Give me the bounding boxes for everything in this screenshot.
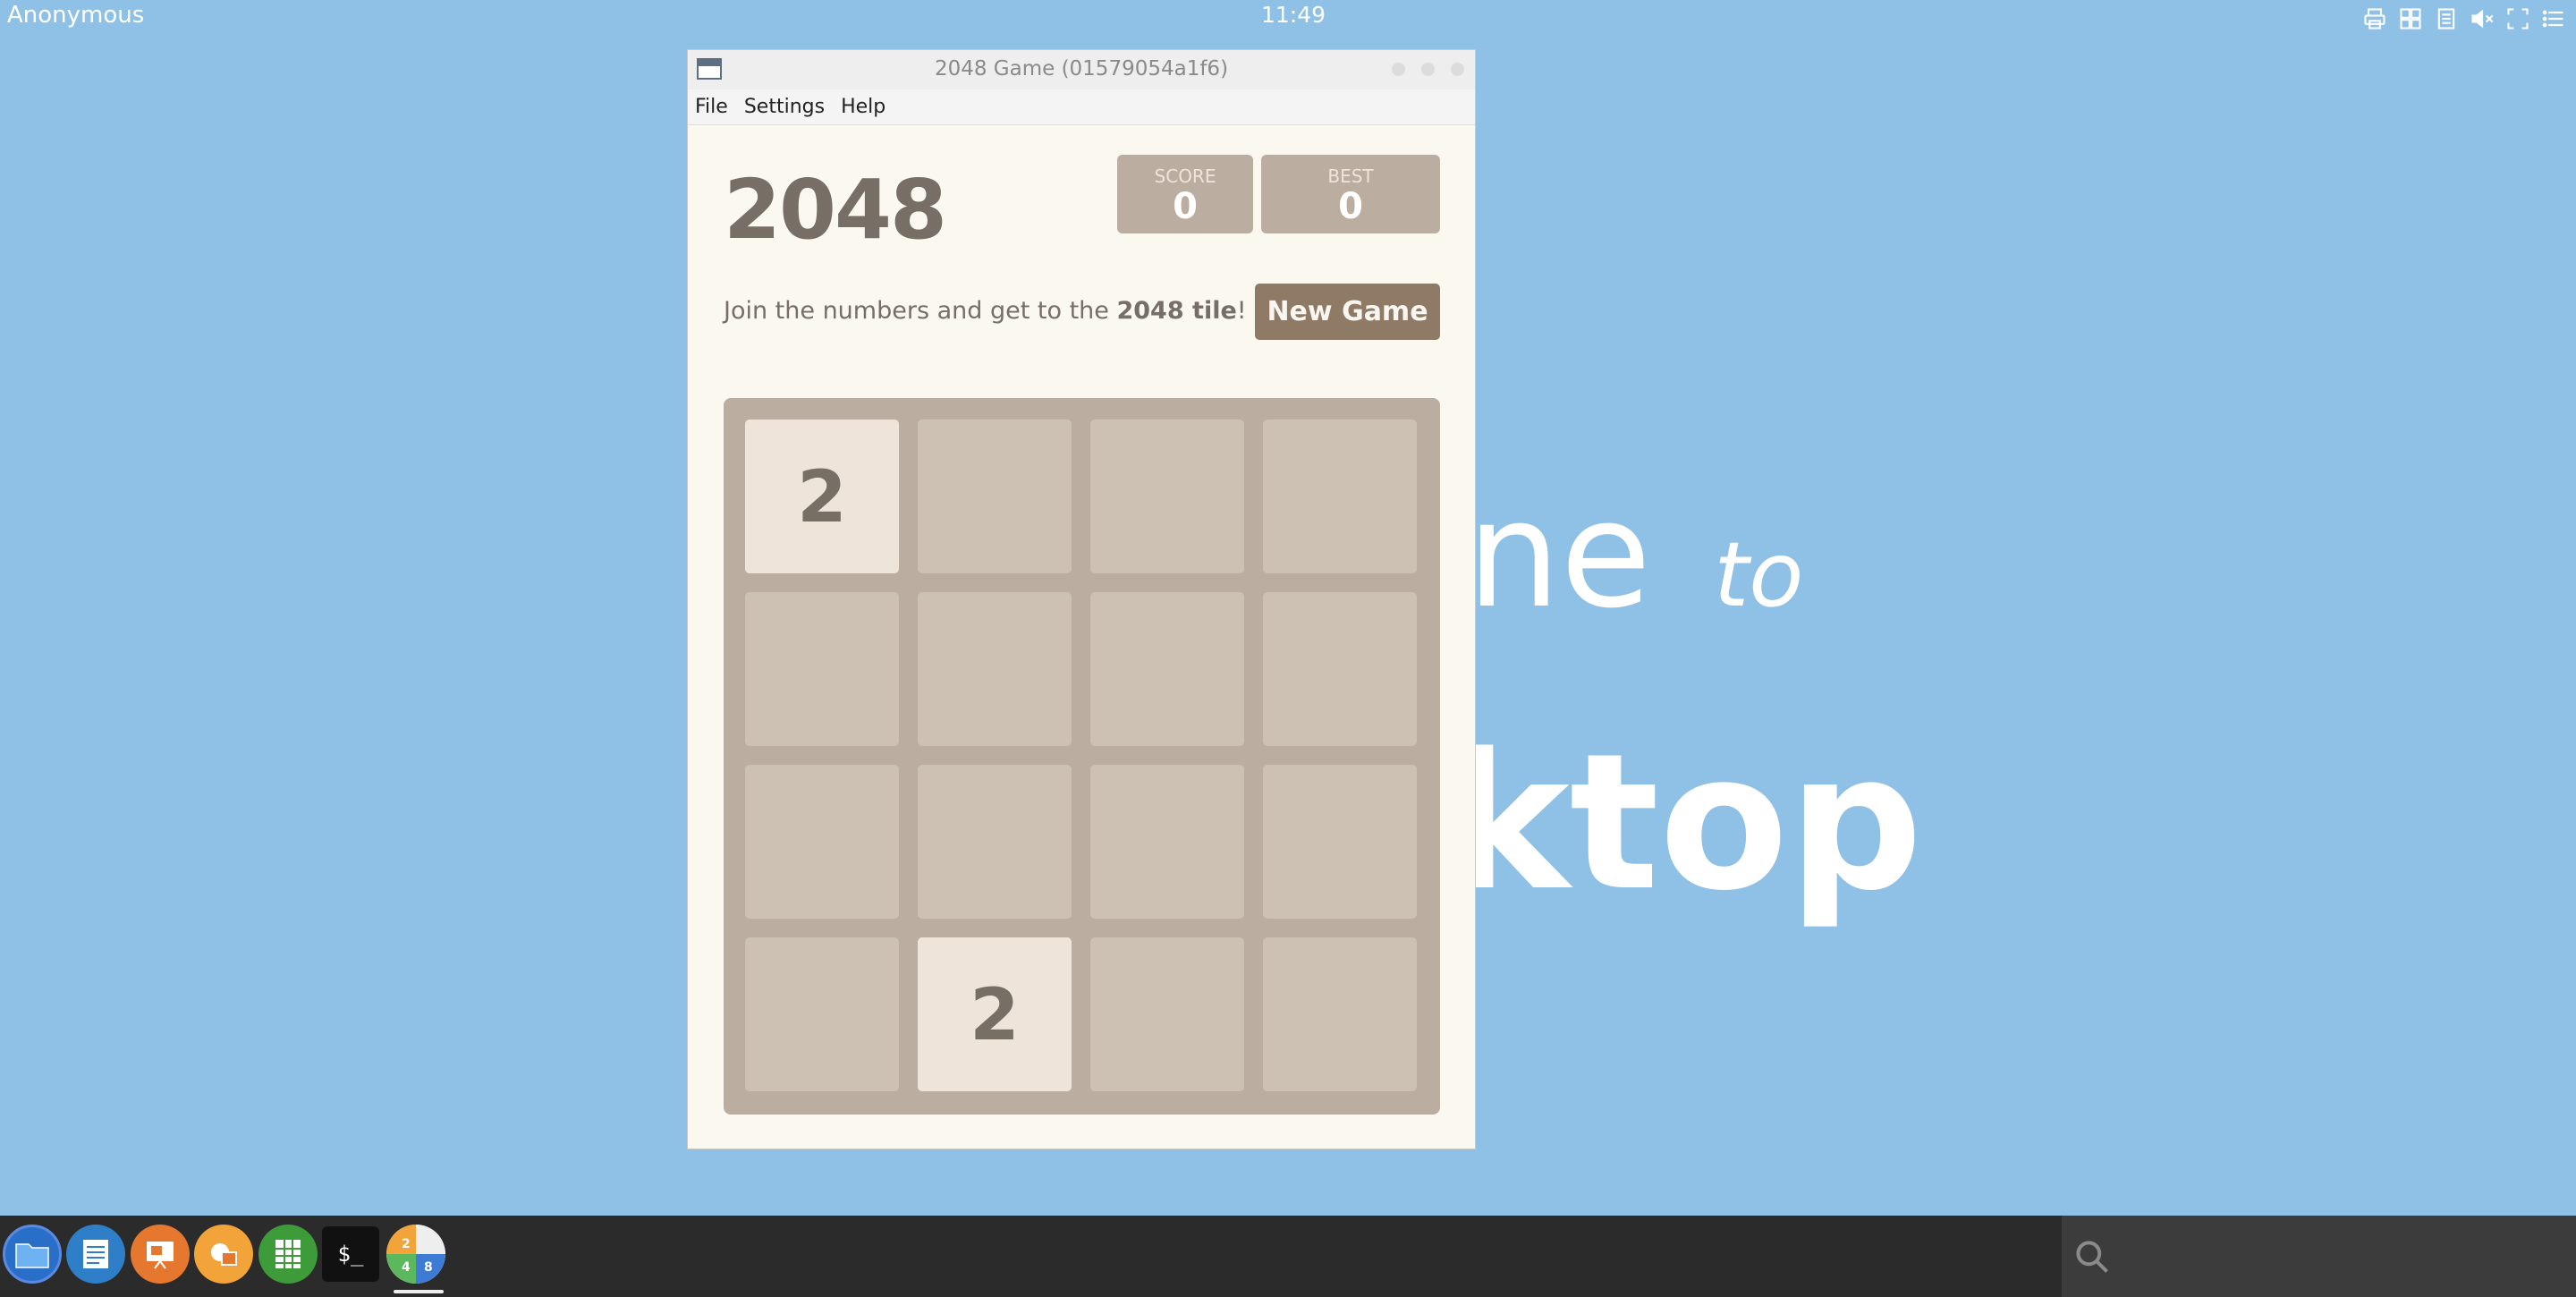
calc-icon[interactable] [258,1225,318,1284]
window-titlebar[interactable]: 2048 Game (01579054a1f6) [688,50,1475,89]
grid-cell-1-2 [1090,592,1244,746]
wallpaper-text-line1: ne to [1467,469,1804,640]
grid-cell-0-1 [918,420,1072,573]
window-title: 2048 Game (01579054a1f6) [934,57,1229,81]
top-panel: Anonymous 11:49 [0,0,2576,36]
minimize-button[interactable] [1392,63,1405,76]
grid-cell-0-3 [1263,420,1417,573]
impress-icon[interactable] [131,1225,190,1284]
system-tray [2361,5,2567,32]
grid-cell-2-1 [918,765,1072,919]
score-label: SCORE [1154,165,1216,187]
grid-cell-3-0 [745,937,899,1091]
best-value: 0 [1338,186,1363,227]
best-box: BEST 0 [1261,155,1440,233]
active-app-indicator [394,1290,444,1293]
printer-icon[interactable] [2361,5,2388,32]
search-box[interactable] [2062,1216,2576,1297]
fullscreen-icon[interactable] [2504,5,2531,32]
game-icon-digit-8: 8 [424,1260,433,1275]
grid-cell-2-0 [745,765,899,919]
writer-icon[interactable] [66,1225,125,1284]
tile-3-1: 2 [918,937,1072,1091]
volume-muted-icon[interactable] [2469,5,2496,32]
grid-cell-3-3 [1263,937,1417,1091]
game-board[interactable]: 22 [724,398,1440,1115]
files-icon[interactable] [3,1225,62,1284]
menu-bar: File Settings Help [688,89,1475,125]
score-box: SCORE 0 [1117,155,1253,233]
game-title: 2048 [724,162,947,258]
menu-settings[interactable]: Settings [742,96,826,118]
game-icon-digit-4: 4 [402,1260,411,1275]
game-2048-icon[interactable]: 2 4 8 [386,1225,445,1284]
game-window: 2048 Game (01579054a1f6) File Settings H… [687,49,1476,1149]
maximize-button[interactable] [1421,63,1435,76]
score-value: 0 [1173,186,1198,227]
search-icon[interactable] [2072,1237,2112,1276]
window-switcher-icon[interactable] [2397,5,2424,32]
close-button[interactable] [1451,63,1464,76]
terminal-glyph: $_ [337,1242,364,1267]
intro-text: Join the numbers and get to the 2048 til… [724,297,1247,325]
grid-cell-0-2 [1090,420,1244,573]
grid-cell-3-2 [1090,937,1244,1091]
document-icon[interactable] [2433,5,2460,32]
user-name[interactable]: Anonymous [7,2,144,29]
menu-icon[interactable] [2540,5,2567,32]
new-game-button[interactable]: New Game [1255,284,1440,340]
grid-cell-1-3 [1263,592,1417,746]
wallpaper-text-line2: ktop [1445,713,1923,932]
grid-cell-2-3 [1263,765,1417,919]
grid-cell-1-0 [745,592,899,746]
best-label: BEST [1327,165,1374,187]
terminal-icon[interactable]: $_ [322,1226,379,1282]
intro-goal: 2048 tile [1116,297,1237,325]
clock[interactable]: 11:49 [1261,2,1326,28]
grid-cell-2-2 [1090,765,1244,919]
grid-cell-1-1 [918,592,1072,746]
tile-0-0: 2 [745,420,899,573]
menu-help[interactable]: Help [839,96,887,118]
draw-icon[interactable] [194,1225,253,1284]
taskbar: $_ 2 4 8 [0,1216,2576,1297]
game-icon-digit-2: 2 [402,1237,411,1251]
menu-file[interactable]: File [693,96,730,118]
window-controls [1392,63,1464,76]
